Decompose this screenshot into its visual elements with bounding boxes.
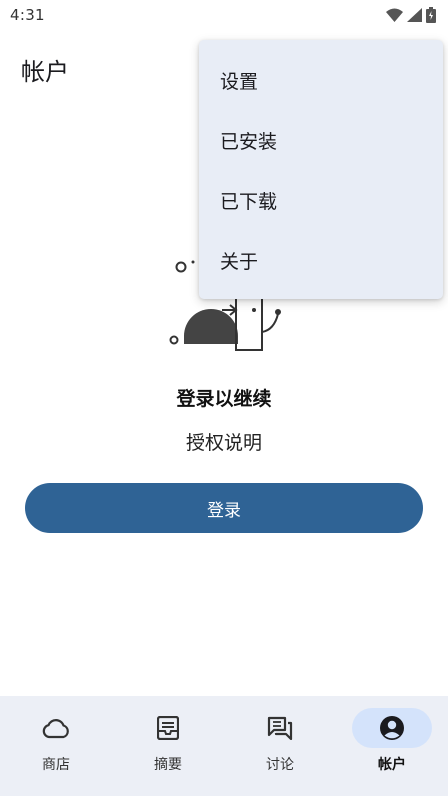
status-time: 4:31	[10, 6, 45, 24]
nav-active-indicator	[352, 708, 432, 748]
nav-item-digest[interactable]: 摘要	[112, 708, 224, 774]
battery-icon	[426, 7, 436, 23]
feed-icon	[157, 716, 179, 740]
nav-item-discussion[interactable]: 讨论	[224, 708, 336, 774]
page-title: 帐户	[21, 58, 69, 86]
menu-item-installed[interactable]: 已安装	[199, 110, 443, 170]
forum-icon	[267, 716, 293, 740]
nav-item-store[interactable]: 商店	[0, 708, 112, 774]
nav-label-store: 商店	[42, 757, 70, 773]
menu-item-downloaded[interactable]: 已下载	[199, 170, 443, 230]
account-icon	[380, 716, 404, 740]
cloud-icon	[42, 719, 69, 739]
nav-label-account: 帐户	[378, 757, 406, 773]
nav-label-discussion: 讨论	[266, 757, 294, 773]
bottom-navigation: 商店 摘要 讨论 帐户	[0, 696, 448, 796]
menu-item-about[interactable]: 关于	[199, 230, 443, 290]
wifi-icon	[386, 8, 403, 22]
menu-item-settings[interactable]: 设置	[199, 50, 443, 110]
overflow-menu: 设置 已安装 已下载 关于	[199, 40, 443, 299]
login-subtext: 授权说明	[185, 432, 262, 454]
nav-item-account[interactable]: 帐户	[336, 708, 448, 774]
nav-icon-container	[16, 708, 96, 748]
login-button[interactable]: 登录	[25, 483, 423, 533]
status-bar: 4:31	[0, 0, 448, 30]
signal-icon	[407, 8, 422, 22]
nav-icon-container	[128, 708, 208, 748]
nav-icon-container	[240, 708, 320, 748]
login-heading: 登录以继续	[176, 388, 272, 410]
status-icons	[386, 7, 436, 23]
nav-label-digest: 摘要	[154, 757, 182, 773]
